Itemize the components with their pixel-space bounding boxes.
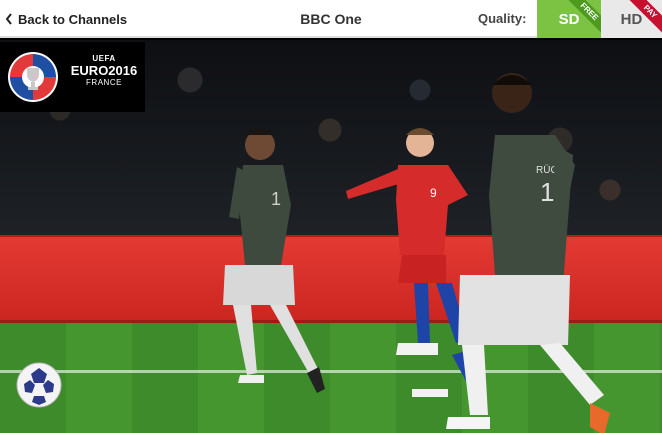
quality-sd-label: SD	[558, 10, 580, 28]
player-germany-right: 16 RÜGER	[446, 73, 610, 433]
quality-sd-button[interactable]: SD FREE	[537, 0, 601, 38]
logo-country-text: FRANCE	[86, 78, 122, 87]
football-icon	[16, 362, 62, 408]
player-germany-left: 1	[223, 128, 325, 393]
euro-trophy-icon	[8, 52, 58, 102]
logo-uefa-text: UEFA	[92, 54, 116, 63]
quality-hd-button[interactable]: HD PAY	[601, 0, 662, 38]
chevron-left-icon	[0, 0, 18, 38]
euro2016-logo: UEFA EURO2016 FRANCE	[0, 42, 145, 112]
euro2016-wordmark: UEFA EURO2016 FRANCE	[66, 54, 142, 87]
back-label: Back to Channels	[18, 11, 128, 27]
back-to-channels-button[interactable]: Back to Channels	[0, 0, 140, 38]
quality-hd-label: HD	[620, 10, 643, 28]
top-bar: Back to Channels BBC One Quality: SD FRE…	[0, 0, 662, 38]
logo-euro-text: EURO2016	[70, 63, 138, 78]
video-player[interactable]: UEFA EURO2016 FRANCE 1 9 16	[0, 40, 662, 433]
player-center-number: 9	[430, 186, 437, 200]
quality-label: Quality:	[478, 11, 527, 26]
player-left-number: 1	[271, 189, 281, 209]
